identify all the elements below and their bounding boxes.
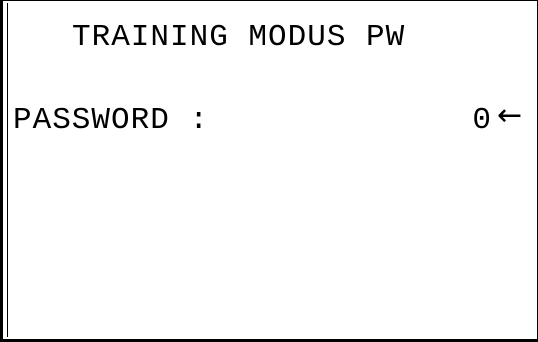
- register-display: TRAINING MODUS PW PASSWORD : 0 ←: [0, 0, 538, 342]
- password-value: 0: [472, 103, 492, 138]
- left-arrow-icon: ←: [497, 98, 523, 133]
- screen-title: TRAINING MODUS PW: [72, 20, 406, 55]
- password-input[interactable]: 0: [0, 105, 492, 136]
